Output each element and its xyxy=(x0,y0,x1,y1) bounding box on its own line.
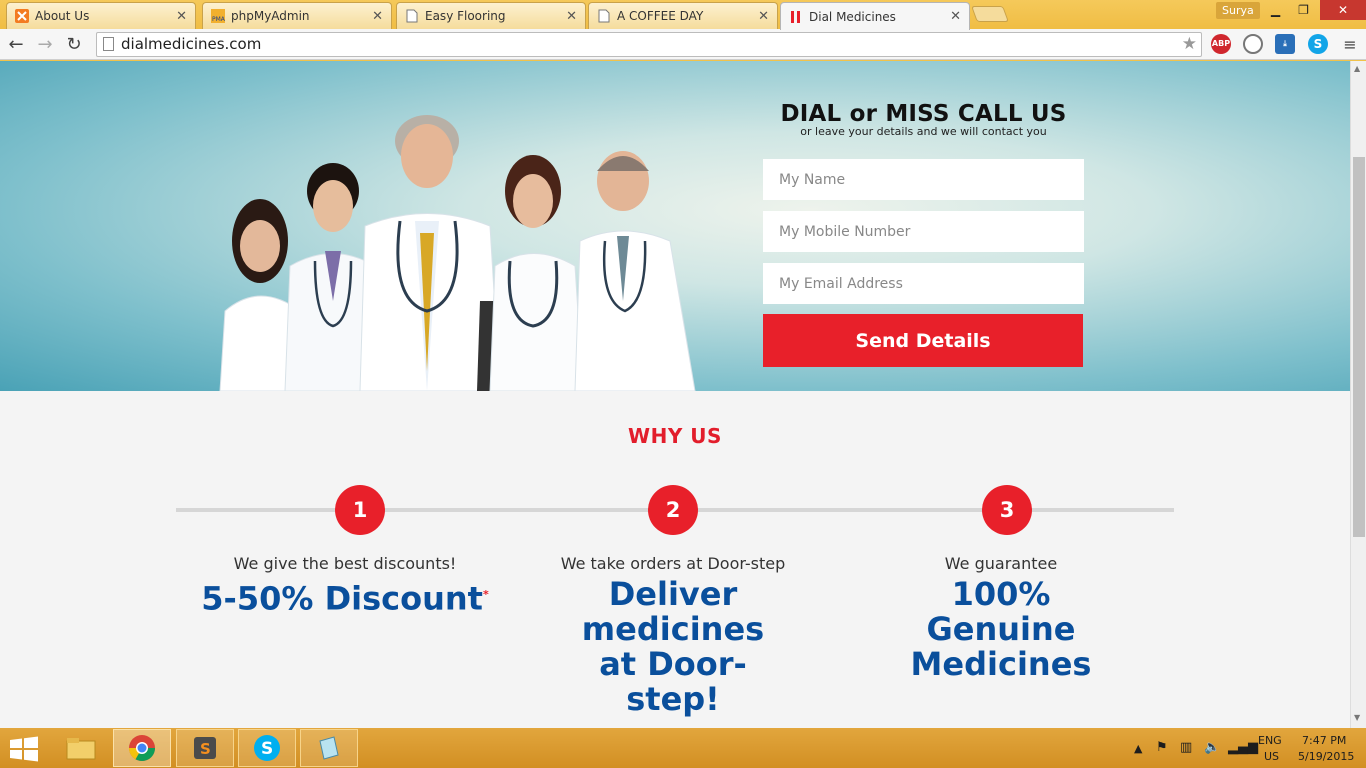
adblock-plus-icon[interactable]: ABP xyxy=(1211,34,1231,54)
benefit-headline: Deliver medicines at Door-step! xyxy=(581,575,765,718)
back-arrow-icon[interactable]: ← xyxy=(4,33,28,57)
page-viewport: DIAL or MISS CALL US or leave your detai… xyxy=(0,61,1350,728)
step-number-2: 2 xyxy=(648,485,698,535)
language-indicator[interactable]: ENG xyxy=(1258,734,1282,747)
benefit-genuine: We guarantee 100% Genuine Medicines xyxy=(836,554,1166,682)
xampp-icon xyxy=(15,9,29,23)
browser-titlebar: About Us ✕ PMA phpMyAdmin ✕ Easy Floorin… xyxy=(0,0,1366,30)
clock-date[interactable]: 5/19/2015 xyxy=(1298,750,1354,763)
svg-text:PMA: PMA xyxy=(212,16,225,23)
benefit-doorstep: We take orders at Door-step Deliver medi… xyxy=(508,554,838,717)
profile-badge[interactable]: Surya xyxy=(1216,2,1260,19)
callback-form: DIAL or MISS CALL US or leave your detai… xyxy=(763,101,1084,367)
sublime-text-icon[interactable]: S xyxy=(176,729,234,767)
new-tab-button[interactable] xyxy=(971,6,1009,22)
scroll-up-icon[interactable]: ▲ xyxy=(1354,64,1360,73)
step-number-3: 3 xyxy=(982,485,1032,535)
why-us-heading: WHY US xyxy=(628,424,722,448)
menu-icon[interactable]: ≡ xyxy=(1338,33,1362,57)
tab-a-coffee-day[interactable]: A COFFEE DAY ✕ xyxy=(588,2,778,29)
svg-text:S: S xyxy=(200,740,211,758)
globe-icon[interactable] xyxy=(1243,34,1263,54)
windows-taskbar: S S ▲ ⚑ ▥ 🔈 ▂▄▆ ENG US 7:47 PM 5/19/2015 xyxy=(0,728,1366,768)
region-indicator[interactable]: US xyxy=(1264,750,1279,763)
tab-title: Easy Flooring xyxy=(425,9,506,23)
network-icon[interactable]: ▥ xyxy=(1180,740,1192,755)
skype-icon[interactable]: S xyxy=(1308,34,1328,54)
benefit-headline: 5-50% Discount* xyxy=(180,577,510,617)
minimize-button[interactable]: ▁ xyxy=(1262,0,1289,20)
hero-banner: DIAL or MISS CALL US or leave your detai… xyxy=(0,61,1350,391)
bookmark-star-icon[interactable]: ★ xyxy=(1182,33,1197,56)
tab-phpmyadmin[interactable]: PMA phpMyAdmin ✕ xyxy=(202,2,392,29)
close-tab-icon[interactable]: ✕ xyxy=(758,9,769,24)
close-window-button[interactable]: ✕ xyxy=(1320,0,1366,20)
tab-title: A COFFEE DAY xyxy=(617,9,704,23)
file-explorer-icon[interactable] xyxy=(52,729,110,767)
volume-icon[interactable]: 🔈 xyxy=(1204,740,1220,755)
svg-text:S: S xyxy=(261,739,273,759)
scroll-down-icon[interactable]: ▼ xyxy=(1354,713,1360,722)
name-field[interactable] xyxy=(763,159,1084,200)
benefit-lead: We guarantee xyxy=(944,554,1058,573)
footnote-asterisk: * xyxy=(482,588,489,601)
mobile-number-field[interactable] xyxy=(763,211,1084,252)
tab-dial-medicines[interactable]: Dial Medicines ✕ xyxy=(780,2,970,30)
tab-title: Dial Medicines xyxy=(809,9,896,24)
dial-medicines-icon xyxy=(789,10,803,24)
clock-time[interactable]: 7:47 PM xyxy=(1302,734,1346,747)
page-icon xyxy=(597,9,611,23)
email-field[interactable] xyxy=(763,263,1084,304)
tab-about-us[interactable]: About Us ✕ xyxy=(6,2,196,29)
skype-icon[interactable]: S xyxy=(238,729,296,767)
close-tab-icon[interactable]: ✕ xyxy=(950,9,961,24)
close-tab-icon[interactable]: ✕ xyxy=(176,9,187,24)
restore-button[interactable]: ❐ xyxy=(1290,0,1317,20)
step-number-1: 1 xyxy=(335,485,385,535)
close-tab-icon[interactable]: ✕ xyxy=(566,9,577,24)
benefit-discount: We give the best discounts! 5-50% Discou… xyxy=(180,554,510,617)
doctors-group-image xyxy=(219,115,696,391)
benefit-headline-text: 5-50% Discount xyxy=(201,579,483,618)
page-icon xyxy=(103,37,114,51)
form-title: DIAL or MISS CALL US xyxy=(780,101,1067,127)
tab-easy-flooring[interactable]: Easy Flooring ✕ xyxy=(396,2,586,29)
browser-toolbar: ← → ↻ dialmedicines.com ★ ABP ⤓ S ≡ xyxy=(0,29,1366,60)
reload-icon[interactable]: ↻ xyxy=(62,33,86,57)
download-icon[interactable]: ⤓ xyxy=(1275,34,1295,54)
tab-title: About Us xyxy=(35,9,90,23)
send-details-button[interactable]: Send Details xyxy=(763,314,1083,367)
close-tab-icon[interactable]: ✕ xyxy=(372,9,383,24)
benefit-lead: We give the best discounts! xyxy=(233,554,457,573)
form-subtitle: or leave your details and we will contac… xyxy=(800,125,1047,138)
pma-icon: PMA xyxy=(211,9,225,23)
address-bar[interactable]: dialmedicines.com ★ xyxy=(96,32,1202,57)
benefit-headline: 100% Genuine Medicines xyxy=(910,575,1092,683)
notepad-icon[interactable] xyxy=(300,729,358,767)
scrollbar-thumb[interactable] xyxy=(1353,157,1365,537)
vertical-scrollbar[interactable]: ▲ ▼ xyxy=(1350,61,1366,728)
url-text: dialmedicines.com xyxy=(121,35,262,53)
chrome-icon[interactable] xyxy=(113,729,171,767)
tab-title: phpMyAdmin xyxy=(231,9,310,23)
show-hidden-icons-icon[interactable]: ▲ xyxy=(1134,742,1142,755)
action-center-icon[interactable]: ⚑ xyxy=(1156,740,1168,755)
wifi-signal-icon[interactable]: ▂▄▆ xyxy=(1228,740,1258,755)
page-icon xyxy=(405,9,419,23)
benefit-lead: We take orders at Door-step xyxy=(560,554,786,573)
forward-arrow-icon[interactable]: → xyxy=(33,33,57,57)
windows-start-icon[interactable] xyxy=(8,736,40,762)
